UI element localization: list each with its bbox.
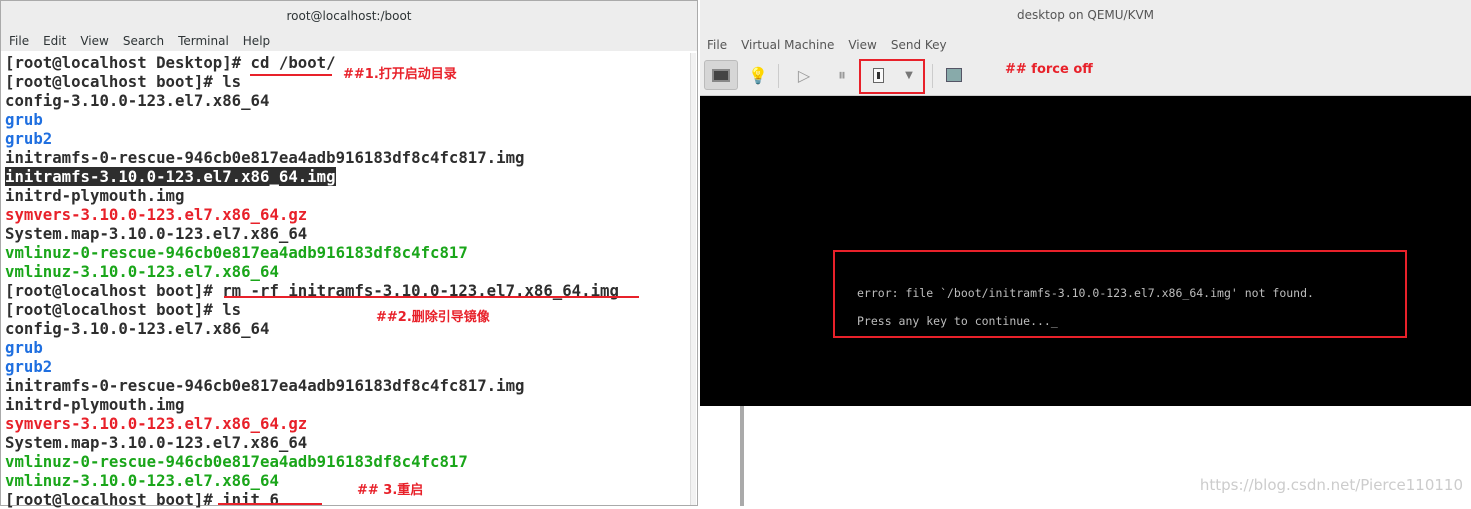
- terminal-line: initramfs-0-rescue-946cb0e817ea4adb91618…: [5, 148, 687, 167]
- force-off-highlight: [859, 59, 925, 94]
- menu-terminal[interactable]: Terminal: [178, 31, 229, 51]
- underline-cd: [250, 74, 332, 76]
- vm-console-screen[interactable]: error: file `/boot/initramfs-3.10.0-123.…: [700, 96, 1471, 406]
- menu-search[interactable]: Search: [123, 31, 164, 51]
- console-error-text: error: file `/boot/initramfs-3.10.0-123.…: [857, 286, 1314, 300]
- terminal-line-text: config-3.10.0-123.el7.x86_64: [5, 91, 270, 110]
- terminal-line: vmlinuz-0-rescue-946cb0e817ea4adb916183d…: [5, 243, 687, 262]
- terminal-line-text: config-3.10.0-123.el7.x86_64: [5, 319, 270, 338]
- terminal-menubar: File Edit View Search Terminal Help: [1, 31, 697, 51]
- terminal-line-text: symvers-3.10.0-123.el7.x86_64.gz: [5, 414, 308, 433]
- play-icon[interactable]: ▷: [792, 60, 816, 90]
- terminal-line-text: grub2: [5, 129, 53, 148]
- terminal-line: vmlinuz-3.10.0-123.el7.x86_64: [5, 262, 687, 281]
- terminal-title: root@localhost:/boot: [1, 1, 697, 31]
- toolbar-separator: [932, 64, 933, 88]
- annotation-step1: ##1.打开启动目录: [343, 67, 457, 82]
- terminal-line: [root@localhost boot]# init 6: [5, 490, 687, 509]
- terminal-line-text: [root@localhost boot]# init 6: [5, 490, 279, 509]
- terminal-line-text: vmlinuz-3.10.0-123.el7.x86_64: [5, 262, 279, 281]
- terminal-line-text: grub2: [5, 357, 53, 376]
- watermark: https://blog.csdn.net/Pierce110110: [1199, 476, 1463, 494]
- toolbar-separator: [778, 64, 779, 88]
- underline-rm: [224, 296, 639, 298]
- menu-edit[interactable]: Edit: [43, 31, 66, 51]
- terminal-line-text: grub: [5, 338, 43, 357]
- annotation-step2: ##2.删除引导镜像: [376, 310, 490, 325]
- vm-menubar: File Virtual Machine View Send Key: [700, 34, 1471, 56]
- vm-menu-file[interactable]: File: [707, 34, 727, 56]
- terminal-line: [root@localhost boot]# ls: [5, 300, 687, 319]
- vm-menu-virtual-machine[interactable]: Virtual Machine: [741, 34, 834, 56]
- annotation-step3: ## 3.重启: [357, 483, 424, 498]
- terminal-line-text: grub: [5, 110, 43, 129]
- terminal-line: grub2: [5, 129, 687, 148]
- terminal-line: vmlinuz-3.10.0-123.el7.x86_64: [5, 471, 687, 490]
- terminal-line: grub2: [5, 357, 687, 376]
- vm-menu-send-key[interactable]: Send Key: [891, 34, 947, 56]
- terminal-output[interactable]: [root@localhost Desktop]# cd /boot/[root…: [5, 53, 687, 509]
- terminal-line: symvers-3.10.0-123.el7.x86_64.gz: [5, 414, 687, 433]
- terminal-line: initramfs-3.10.0-123.el7.x86_64.img: [5, 167, 687, 186]
- terminal-line: vmlinuz-0-rescue-946cb0e817ea4adb916183d…: [5, 452, 687, 471]
- terminal-scrollbar[interactable]: [690, 53, 696, 505]
- terminal-line: initrd-plymouth.img: [5, 395, 687, 414]
- vm-toolbar: 💡 ▷ ⏸ ▼ ## force off: [700, 56, 1471, 96]
- terminal-line: config-3.10.0-123.el7.x86_64: [5, 91, 687, 110]
- terminal-line-text: symvers-3.10.0-123.el7.x86_64.gz: [5, 205, 308, 224]
- terminal-line: grub: [5, 338, 687, 357]
- terminal-line-text: initramfs-0-rescue-946cb0e817ea4adb91618…: [5, 376, 525, 395]
- menu-help[interactable]: Help: [243, 31, 270, 51]
- menu-view[interactable]: View: [80, 31, 108, 51]
- terminal-line-text: initramfs-3.10.0-123.el7.x86_64.img: [5, 167, 336, 186]
- terminal-line: config-3.10.0-123.el7.x86_64: [5, 319, 687, 338]
- terminal-line: initramfs-0-rescue-946cb0e817ea4adb91618…: [5, 376, 687, 395]
- terminal-line: System.map-3.10.0-123.el7.x86_64: [5, 224, 687, 243]
- terminal-line-text: System.map-3.10.0-123.el7.x86_64: [5, 433, 308, 452]
- lightbulb-icon[interactable]: 💡: [746, 60, 770, 90]
- scrollbar[interactable]: [740, 406, 744, 506]
- terminal-line-text: vmlinuz-3.10.0-123.el7.x86_64: [5, 471, 279, 490]
- vm-title: desktop on QEMU/KVM: [700, 0, 1471, 34]
- terminal-line-text: [root@localhost boot]# ls: [5, 300, 242, 319]
- annotation-force-off: ## force off: [1005, 62, 1093, 77]
- terminal-line: System.map-3.10.0-123.el7.x86_64: [5, 433, 687, 452]
- screenshot-icon[interactable]: [942, 60, 966, 90]
- terminal-line-text: initrd-plymouth.img: [5, 395, 185, 414]
- pause-icon[interactable]: ⏸: [830, 60, 854, 90]
- terminal-line: symvers-3.10.0-123.el7.x86_64.gz: [5, 205, 687, 224]
- terminal-line-text: vmlinuz-0-rescue-946cb0e817ea4adb916183d…: [5, 452, 468, 471]
- terminal-line-text: initrd-plymouth.img: [5, 186, 185, 205]
- menu-file[interactable]: File: [9, 31, 29, 51]
- terminal-line: grub: [5, 110, 687, 129]
- underline-init: [218, 503, 322, 505]
- vm-menu-view[interactable]: View: [848, 34, 876, 56]
- terminal-line-text: System.map-3.10.0-123.el7.x86_64: [5, 224, 308, 243]
- terminal-line-text: initramfs-0-rescue-946cb0e817ea4adb91618…: [5, 148, 525, 167]
- vm-window: desktop on QEMU/KVM File Virtual Machine…: [700, 0, 1471, 506]
- monitor-icon[interactable]: [704, 60, 738, 90]
- terminal-line-text: [root@localhost Desktop]# cd /boot/: [5, 53, 336, 72]
- terminal-line-text: [root@localhost boot]# ls: [5, 72, 242, 91]
- error-highlight: error: file `/boot/initramfs-3.10.0-123.…: [833, 250, 1407, 338]
- console-prompt-text: Press any key to continue..._: [857, 314, 1058, 328]
- terminal-line-text: vmlinuz-0-rescue-946cb0e817ea4adb916183d…: [5, 243, 468, 262]
- terminal-line: initrd-plymouth.img: [5, 186, 687, 205]
